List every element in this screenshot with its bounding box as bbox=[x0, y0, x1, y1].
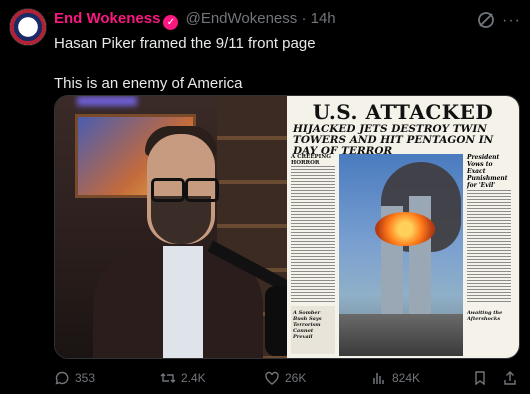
text-column-left bbox=[291, 154, 335, 304]
reply-button[interactable]: 353 bbox=[54, 370, 95, 386]
right-column-head: President Vows to Exact Punishment for '… bbox=[467, 154, 511, 189]
newspaper-subheadline: HIJACKED JETS DESTROY TWIN TOWERS AND HI… bbox=[293, 123, 494, 157]
share-button[interactable] bbox=[502, 370, 518, 386]
views-icon bbox=[373, 373, 384, 384]
tweet-line-1: Hasan Piker framed the 9/11 front page bbox=[54, 35, 316, 52]
share-icon bbox=[504, 371, 516, 385]
bookmark-icon bbox=[475, 371, 485, 386]
towers-photo bbox=[339, 154, 463, 356]
person-shirt bbox=[163, 246, 203, 358]
newspaper-front-page: U.S. ATTACKED HIJACKED JETS DESTROY TWIN… bbox=[287, 96, 519, 358]
bookmark-button[interactable] bbox=[472, 370, 488, 386]
left-column-head: A CREEPING HORROR bbox=[291, 154, 335, 166]
views-button[interactable]: 824K bbox=[371, 370, 420, 386]
repost-icon bbox=[160, 373, 176, 383]
grok-icon[interactable] bbox=[476, 10, 496, 30]
repost-button[interactable]: 2.4K bbox=[160, 370, 206, 386]
heart-icon bbox=[265, 371, 279, 385]
repost-count: 2.4K bbox=[181, 371, 206, 385]
reply-count: 353 bbox=[75, 371, 96, 385]
tweet-text: Hasan Piker framed the 9/11 front page T… bbox=[54, 34, 514, 94]
tweet-line-2: This is an enemy of America bbox=[54, 75, 243, 92]
bottom-left-text: A Somber Bush Says Terrorism Cannot Prev… bbox=[293, 310, 322, 340]
timestamp[interactable]: 14h bbox=[311, 10, 336, 27]
bottom-right-text: Awaiting the Aftershocks bbox=[467, 310, 503, 322]
like-button[interactable]: 26K bbox=[264, 370, 306, 386]
streamer-photo bbox=[55, 96, 293, 358]
explosion bbox=[375, 212, 435, 246]
newspaper-headline: U.S. ATTACKED bbox=[312, 100, 494, 124]
tweet-media[interactable]: U.S. ATTACKED HIJACKED JETS DESTROY TWIN… bbox=[54, 95, 520, 359]
display-name[interactable]: End Wokeness bbox=[54, 10, 160, 27]
tweet-header: End Wokeness ✓ @EndWokeness · 14h bbox=[54, 10, 336, 30]
verified-badge-icon: ✓ bbox=[163, 15, 179, 30]
more-options-icon[interactable]: ··· bbox=[502, 12, 521, 30]
separator-dot: · bbox=[301, 10, 307, 27]
handle[interactable]: @EndWokeness bbox=[186, 10, 298, 27]
reply-icon bbox=[55, 371, 69, 385]
like-count: 26K bbox=[285, 371, 307, 385]
avatar[interactable] bbox=[9, 8, 47, 46]
view-count: 824K bbox=[392, 371, 421, 385]
bridge bbox=[339, 314, 463, 356]
action-bar: 353 2.4K 26K 824K bbox=[54, 370, 522, 390]
glasses bbox=[147, 178, 219, 202]
neon-light bbox=[77, 96, 137, 106]
